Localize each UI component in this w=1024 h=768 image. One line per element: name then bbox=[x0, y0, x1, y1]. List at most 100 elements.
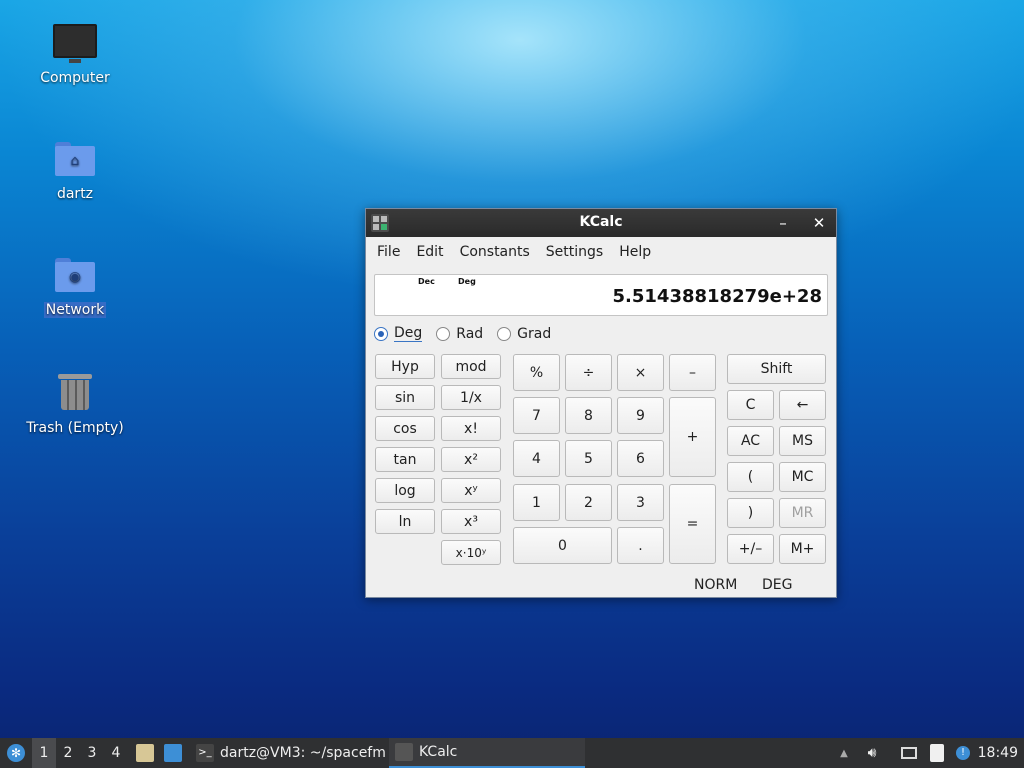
desktop-icon-trash[interactable]: Trash (Empty) bbox=[24, 372, 126, 436]
exp10-button[interactable]: x·10ʸ bbox=[441, 540, 501, 565]
status-mode: NORM bbox=[694, 577, 738, 593]
open-paren-button[interactable]: ( bbox=[727, 462, 774, 492]
factorial-button[interactable]: x! bbox=[441, 416, 501, 441]
network-folder-icon: ◉ bbox=[55, 258, 95, 292]
file-manager-launcher[interactable] bbox=[134, 738, 156, 768]
tray-expand-button[interactable]: ▲ bbox=[836, 738, 852, 768]
menu-help[interactable]: Help bbox=[611, 244, 659, 260]
update-notifier-button[interactable]: ! bbox=[952, 738, 974, 768]
digit-3-button[interactable]: 3 bbox=[617, 484, 664, 521]
reciprocal-button[interactable]: 1/x bbox=[441, 385, 501, 410]
kcalc-window: KCalc – ✕ File Edit Constants Settings H… bbox=[365, 208, 837, 598]
menu-edit[interactable]: Edit bbox=[408, 244, 451, 260]
digit-6-button[interactable]: 6 bbox=[617, 440, 664, 477]
kcalc-icon bbox=[395, 743, 413, 761]
memory-add-button[interactable]: M+ bbox=[779, 534, 826, 564]
menu-constants[interactable]: Constants bbox=[452, 244, 538, 260]
digit-7-button[interactable]: 7 bbox=[513, 397, 560, 434]
digit-5-button[interactable]: 5 bbox=[565, 440, 612, 477]
close-paren-button[interactable]: ) bbox=[727, 498, 774, 528]
file-manager-icon bbox=[136, 744, 154, 762]
menu-file[interactable]: File bbox=[369, 244, 408, 260]
radio-label: Deg bbox=[394, 325, 423, 342]
computer-icon bbox=[53, 24, 97, 63]
title-bar[interactable]: KCalc – ✕ bbox=[366, 209, 836, 237]
square-button[interactable]: x² bbox=[441, 447, 501, 472]
status-angle: DEG bbox=[762, 577, 793, 593]
minus-button[interactable]: – bbox=[669, 354, 716, 391]
volume-button[interactable]: 🔊︎ bbox=[862, 738, 882, 768]
angle-indicator: Deg bbox=[458, 277, 476, 286]
sin-button[interactable]: sin bbox=[375, 385, 435, 410]
app-menu-button[interactable]: ✻ bbox=[4, 738, 28, 768]
window-title: KCalc bbox=[579, 214, 623, 230]
radio-label: Grad bbox=[517, 325, 552, 342]
network-icon bbox=[901, 747, 917, 759]
close-button[interactable]: ✕ bbox=[808, 212, 830, 234]
multiply-button[interactable]: × bbox=[617, 354, 664, 391]
digit-0-button[interactable]: 0 bbox=[513, 527, 612, 564]
cube-button[interactable]: x³ bbox=[441, 509, 501, 534]
workspace-4[interactable]: 4 bbox=[104, 738, 128, 768]
workspace-1[interactable]: 1 bbox=[32, 738, 56, 768]
power-button[interactable]: xʸ bbox=[441, 478, 501, 503]
log-button[interactable]: log bbox=[375, 478, 435, 503]
radio-rad[interactable]: Rad bbox=[436, 326, 483, 342]
percent-button[interactable]: % bbox=[513, 354, 560, 391]
plus-minus-button[interactable]: +/– bbox=[727, 534, 774, 564]
shift-button[interactable]: Shift bbox=[727, 354, 826, 384]
calc-display: Dec Deg 5.51438818279e+28 bbox=[374, 274, 828, 316]
desktop-icon-home[interactable]: ⌂ dartz bbox=[24, 142, 126, 202]
plus-button[interactable]: + bbox=[669, 397, 716, 477]
digit-1-button[interactable]: 1 bbox=[513, 484, 560, 521]
ln-button[interactable]: ln bbox=[375, 509, 435, 534]
memory-recall-button[interactable]: MR bbox=[779, 498, 826, 528]
decimal-button[interactable]: . bbox=[617, 527, 664, 564]
task-label: dartz@VM3: ~/spacefm bbox=[220, 745, 386, 761]
angle-mode-group: Deg Rad Grad bbox=[374, 325, 551, 342]
desktop-icon-label: dartz bbox=[56, 186, 94, 202]
divide-button[interactable]: ÷ bbox=[565, 354, 612, 391]
clipboard-icon bbox=[930, 744, 944, 762]
radio-deg[interactable]: Deg bbox=[374, 325, 423, 342]
digit-8-button[interactable]: 8 bbox=[565, 397, 612, 434]
terminal-icon: >_ bbox=[196, 744, 214, 762]
mod-button[interactable]: mod bbox=[441, 354, 501, 379]
all-clear-button[interactable]: AC bbox=[727, 426, 774, 456]
base-indicator: Dec bbox=[418, 277, 435, 286]
desktop-icon bbox=[164, 744, 182, 762]
task-label: KCalc bbox=[419, 744, 458, 760]
menu-bar: File Edit Constants Settings Help bbox=[366, 237, 836, 267]
display-value: 5.51438818279e+28 bbox=[612, 286, 822, 307]
clock[interactable]: 18:49 bbox=[978, 738, 1018, 768]
radio-label: Rad bbox=[456, 325, 484, 342]
clipboard-button[interactable] bbox=[926, 738, 948, 768]
radio-grad[interactable]: Grad bbox=[497, 326, 551, 342]
cos-button[interactable]: cos bbox=[375, 416, 435, 441]
workspace-2[interactable]: 2 bbox=[56, 738, 80, 768]
task-kcalc[interactable]: KCalc bbox=[389, 738, 585, 768]
desktop-icon-computer[interactable]: Computer bbox=[24, 24, 126, 86]
task-terminal[interactable]: >_ dartz@VM3: ~/spacefm bbox=[190, 738, 392, 768]
desktop-icon-label: Network bbox=[43, 302, 107, 318]
desktop-icon-network[interactable]: ◉ Network bbox=[24, 258, 126, 318]
hyp-button[interactable]: Hyp bbox=[375, 354, 435, 379]
memory-clear-button[interactable]: MC bbox=[779, 462, 826, 492]
tan-button[interactable]: tan bbox=[375, 447, 435, 472]
trash-icon bbox=[58, 372, 92, 410]
backspace-button[interactable]: ← bbox=[779, 390, 826, 420]
menu-settings[interactable]: Settings bbox=[538, 244, 611, 260]
workspace-3[interactable]: 3 bbox=[80, 738, 104, 768]
equals-button[interactable]: = bbox=[669, 484, 716, 564]
taskbar: ✻ 1 2 3 4 >_ dartz@VM3: ~/spacefm KCalc … bbox=[0, 738, 1024, 768]
memory-store-button[interactable]: MS bbox=[779, 426, 826, 456]
desktop-icon-label: Trash (Empty) bbox=[26, 420, 124, 436]
digit-4-button[interactable]: 4 bbox=[513, 440, 560, 477]
network-button[interactable] bbox=[898, 738, 920, 768]
digit-2-button[interactable]: 2 bbox=[565, 484, 612, 521]
minimize-button[interactable]: – bbox=[772, 212, 794, 234]
desktop-icon-label: Computer bbox=[40, 70, 110, 86]
show-desktop-launcher[interactable] bbox=[162, 738, 184, 768]
digit-9-button[interactable]: 9 bbox=[617, 397, 664, 434]
clear-button[interactable]: C bbox=[727, 390, 774, 420]
